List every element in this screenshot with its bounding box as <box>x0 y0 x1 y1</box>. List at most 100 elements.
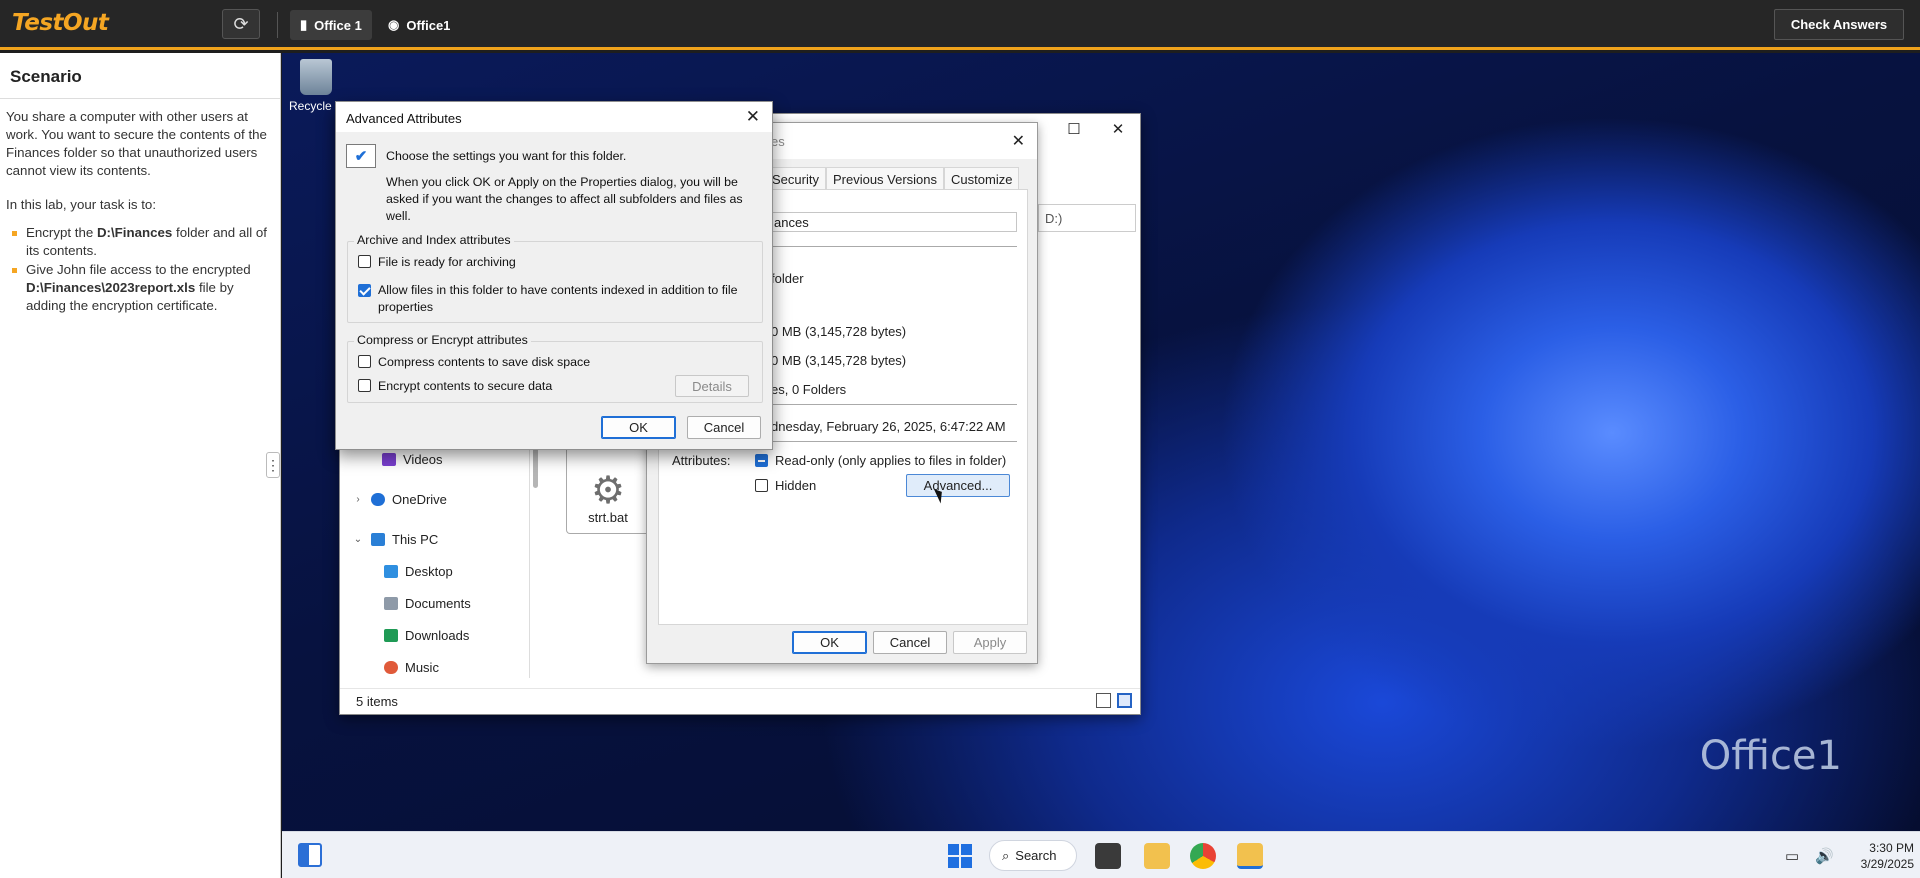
large-icons-view-icon[interactable] <box>1117 693 1132 708</box>
created-value: dnesday, February 26, 2025, 6:47:22 AM <box>771 419 1006 434</box>
nav-scrollbar[interactable] <box>533 448 538 488</box>
readonly-label: Read-only (only applies to files in fold… <box>775 453 1007 468</box>
computer-name-watermark: Office1 <box>1699 733 1842 779</box>
nav-label: Music <box>405 659 439 675</box>
readonly-checkbox[interactable] <box>755 454 768 467</box>
compress-label: Compress contents to save disk space <box>378 355 591 369</box>
maximize-button[interactable]: ☐ <box>1052 114 1096 144</box>
divider <box>765 246 1017 247</box>
close-button[interactable]: ✕ <box>1096 114 1140 144</box>
dialog-header: Choose the settings you want for this fo… <box>386 149 627 163</box>
nav-label: Documents <box>405 595 471 611</box>
index-label: Allow files in this folder to have conte… <box>378 283 738 314</box>
readonly-checkbox-row[interactable]: Read-only (only applies to files in fold… <box>755 453 1006 468</box>
settings-check-icon: ✔ <box>346 144 376 168</box>
group-label: Archive and Index attributes <box>354 233 514 247</box>
tab-office-1[interactable]: ▮ Office 1 <box>290 10 372 40</box>
cancel-button[interactable]: Cancel <box>687 416 761 439</box>
scenario-title: Scenario <box>0 53 280 99</box>
nav-item-music[interactable]: Music <box>384 656 439 678</box>
ok-button[interactable]: OK <box>792 631 867 654</box>
details-view-icon[interactable] <box>1096 693 1111 708</box>
status-bar: 5 items <box>340 688 1140 714</box>
nav-item-downloads[interactable]: Downloads <box>384 624 469 646</box>
tab-customize[interactable]: Customize <box>944 167 1020 189</box>
tab-label: Office1 <box>406 17 451 33</box>
encrypt-checkbox[interactable] <box>358 379 371 392</box>
details-button[interactable]: Details <box>675 375 749 397</box>
tab-label: Office 1 <box>314 17 362 33</box>
size-on-disk-value: 0 MB (3,145,728 bytes) <box>771 353 907 368</box>
index-checkbox-row[interactable]: Allow files in this folder to have conte… <box>358 282 758 316</box>
clock[interactable]: 3:30 PM 3/29/2025 <box>1861 840 1914 872</box>
hidden-checkbox-row[interactable]: Hidden <box>755 478 816 493</box>
advanced-attributes-dialog: Advanced Attributes ✕ ✔ Choose the setti… <box>335 101 773 450</box>
navigation-pane: Videos › OneDrive ⌄ This PC Desktop Docu… <box>340 448 530 678</box>
recycle-bin-icon <box>300 59 332 95</box>
hidden-label: Hidden <box>775 478 817 493</box>
compress-encrypt-group: Compress or Encrypt attributes Compress … <box>347 333 763 403</box>
file-explorer-icon[interactable] <box>1144 843 1170 869</box>
nav-item-desktop[interactable]: Desktop <box>384 560 453 582</box>
folder-name-field[interactable]: ances <box>765 212 1017 232</box>
close-icon[interactable]: ✕ <box>746 107 760 127</box>
desktop-icon <box>384 564 398 578</box>
archive-checkbox[interactable] <box>358 255 371 268</box>
chrome-icon[interactable] <box>1190 843 1216 869</box>
nav-item-videos[interactable]: Videos <box>382 448 443 470</box>
encrypt-checkbox-row[interactable]: Encrypt contents to secure data <box>358 379 552 393</box>
search-icon: ⌕ <box>1002 847 1010 863</box>
taskbar-search[interactable]: ⌕ Search <box>989 840 1077 871</box>
nav-label: Desktop <box>405 563 453 579</box>
nav-item-this-pc[interactable]: ⌄ This PC <box>352 528 438 550</box>
nav-label: Downloads <box>405 627 470 643</box>
hidden-checkbox[interactable] <box>755 479 768 492</box>
panel-splitter-handle[interactable]: ⋮ <box>266 452 280 478</box>
group-label: Compress or Encrypt attributes <box>354 333 531 347</box>
check-answers-button[interactable]: Check Answers <box>1774 9 1904 40</box>
task-text: Give John file access to the encrypted <box>26 262 251 277</box>
apply-button[interactable]: Apply <box>953 631 1027 654</box>
item-count: 5 items <box>356 694 398 709</box>
task-path: D:\Finances\2023report.xls <box>26 280 196 295</box>
cancel-button[interactable]: Cancel <box>873 631 947 654</box>
file-name-label: strt.bat <box>588 510 628 525</box>
gear-icon: ⚙ <box>590 470 626 512</box>
properties-title: es <box>771 134 785 149</box>
taskbar: ⌕ Search ▭ 🔊 3:30 PM 3/29/2025 <box>282 831 1920 878</box>
index-checkbox[interactable] <box>358 284 371 297</box>
system-tray[interactable]: ▭ 🔊 <box>1785 847 1840 865</box>
testout-logo: TestOut <box>12 10 109 36</box>
address-fragment: D:) <box>1038 204 1136 232</box>
archive-checkbox-row[interactable]: File is ready for archiving <box>358 255 516 269</box>
advanced-button[interactable]: Advanced... <box>906 474 1010 497</box>
chevron-right-icon[interactable]: › <box>352 494 364 505</box>
task-view-icon[interactable] <box>1095 843 1121 869</box>
contains-value: es, 0 Folders <box>771 382 847 397</box>
tab-office1[interactable]: ◉ Office1 <box>378 10 460 40</box>
task-list: Encrypt the D:\Finances folder and all o… <box>6 224 274 315</box>
size-value: 0 MB (3,145,728 bytes) <box>771 324 907 339</box>
tab-security[interactable]: Security <box>765 167 826 189</box>
compress-checkbox[interactable] <box>358 355 371 368</box>
computer-icon: ▮ <box>300 17 308 32</box>
tab-previous-versions[interactable]: Previous Versions <box>825 167 945 189</box>
refresh-button[interactable]: ⟳ <box>222 9 260 39</box>
file-manager-icon[interactable] <box>1237 843 1263 869</box>
clock-date: 3/29/2025 <box>1860 857 1914 871</box>
documents-icon <box>384 596 398 610</box>
nav-item-onedrive[interactable]: › OneDrive <box>352 488 447 510</box>
start-button[interactable] <box>948 844 972 868</box>
attributes-label: Attributes: <box>672 453 731 468</box>
compress-checkbox-row[interactable]: Compress contents to save disk space <box>358 355 590 369</box>
nav-item-documents[interactable]: Documents <box>384 592 471 614</box>
network-icon: ◉ <box>388 17 400 32</box>
archive-index-group: Archive and Index attributes File is rea… <box>347 233 763 323</box>
widgets-icon[interactable] <box>298 843 322 867</box>
ok-button[interactable]: OK <box>601 416 676 439</box>
chevron-down-icon[interactable]: ⌄ <box>352 534 364 545</box>
close-icon[interactable]: ✕ <box>1012 131 1025 151</box>
refresh-icon: ⟳ <box>233 13 249 34</box>
nav-label: This PC <box>392 531 439 547</box>
scenario-body: You share a computer with other users at… <box>0 99 280 325</box>
